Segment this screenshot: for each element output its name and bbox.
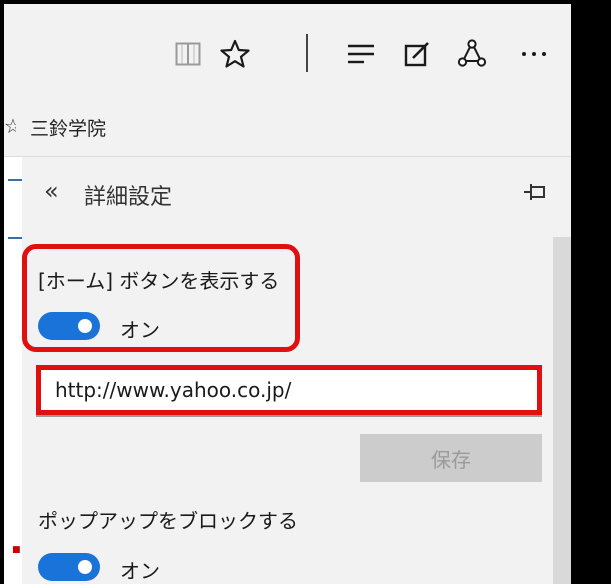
page-content-edge: ■ (4, 157, 22, 584)
panel-title: 詳細設定 (84, 185, 173, 210)
save-button[interactable]: 保存 (360, 434, 542, 482)
popup-block-toggle[interactable] (38, 553, 100, 581)
favorite-star-icon[interactable] (214, 34, 256, 74)
screenshot-border (0, 0, 611, 4)
back-chevron-icon[interactable]: « (44, 177, 59, 205)
favorite-star-icon: ☆ (4, 114, 16, 138)
popup-block-toggle-state: オン (120, 559, 160, 583)
panel-header: « 詳細設定 (22, 157, 571, 229)
home-button-toggle-state: オン (120, 318, 160, 342)
page-divider (8, 237, 22, 239)
home-url-input[interactable]: http://www.yahoo.co.jp/ (36, 365, 542, 415)
panel-scrollbar[interactable] (553, 237, 571, 584)
reading-view-icon[interactable] (168, 34, 208, 74)
screenshot-border (0, 0, 4, 584)
share-icon[interactable] (450, 34, 494, 74)
browser-window: ☆ 三鈴学院 ■ « 詳細設定 ^ [ホーム] ボタンを表示する オン http… (0, 0, 611, 584)
web-note-icon[interactable] (396, 34, 438, 74)
home-button-setting-label: [ホーム] ボタンを表示する (38, 269, 280, 293)
browser-toolbar (4, 4, 571, 100)
more-menu-icon[interactable] (514, 34, 554, 74)
advanced-settings-panel: « 詳細設定 ^ [ホーム] ボタンを表示する オン http://www.ya… (22, 157, 571, 584)
favorites-bar: ☆ 三鈴学院 (4, 100, 571, 157)
popup-block-setting-label: ポップアップをブロックする (38, 509, 298, 533)
page-divider (8, 179, 22, 181)
favorite-link[interactable]: 三鈴学院 (30, 114, 106, 141)
page-fragment: ■ (12, 545, 21, 555)
toggle-knob (78, 560, 92, 574)
url-input-underline (36, 415, 542, 417)
toolbar-divider (306, 34, 308, 72)
pin-icon[interactable] (522, 179, 548, 205)
home-button-toggle[interactable] (38, 312, 100, 340)
toggle-knob (78, 319, 92, 333)
screenshot-border (571, 0, 611, 584)
hub-icon[interactable] (340, 34, 382, 74)
